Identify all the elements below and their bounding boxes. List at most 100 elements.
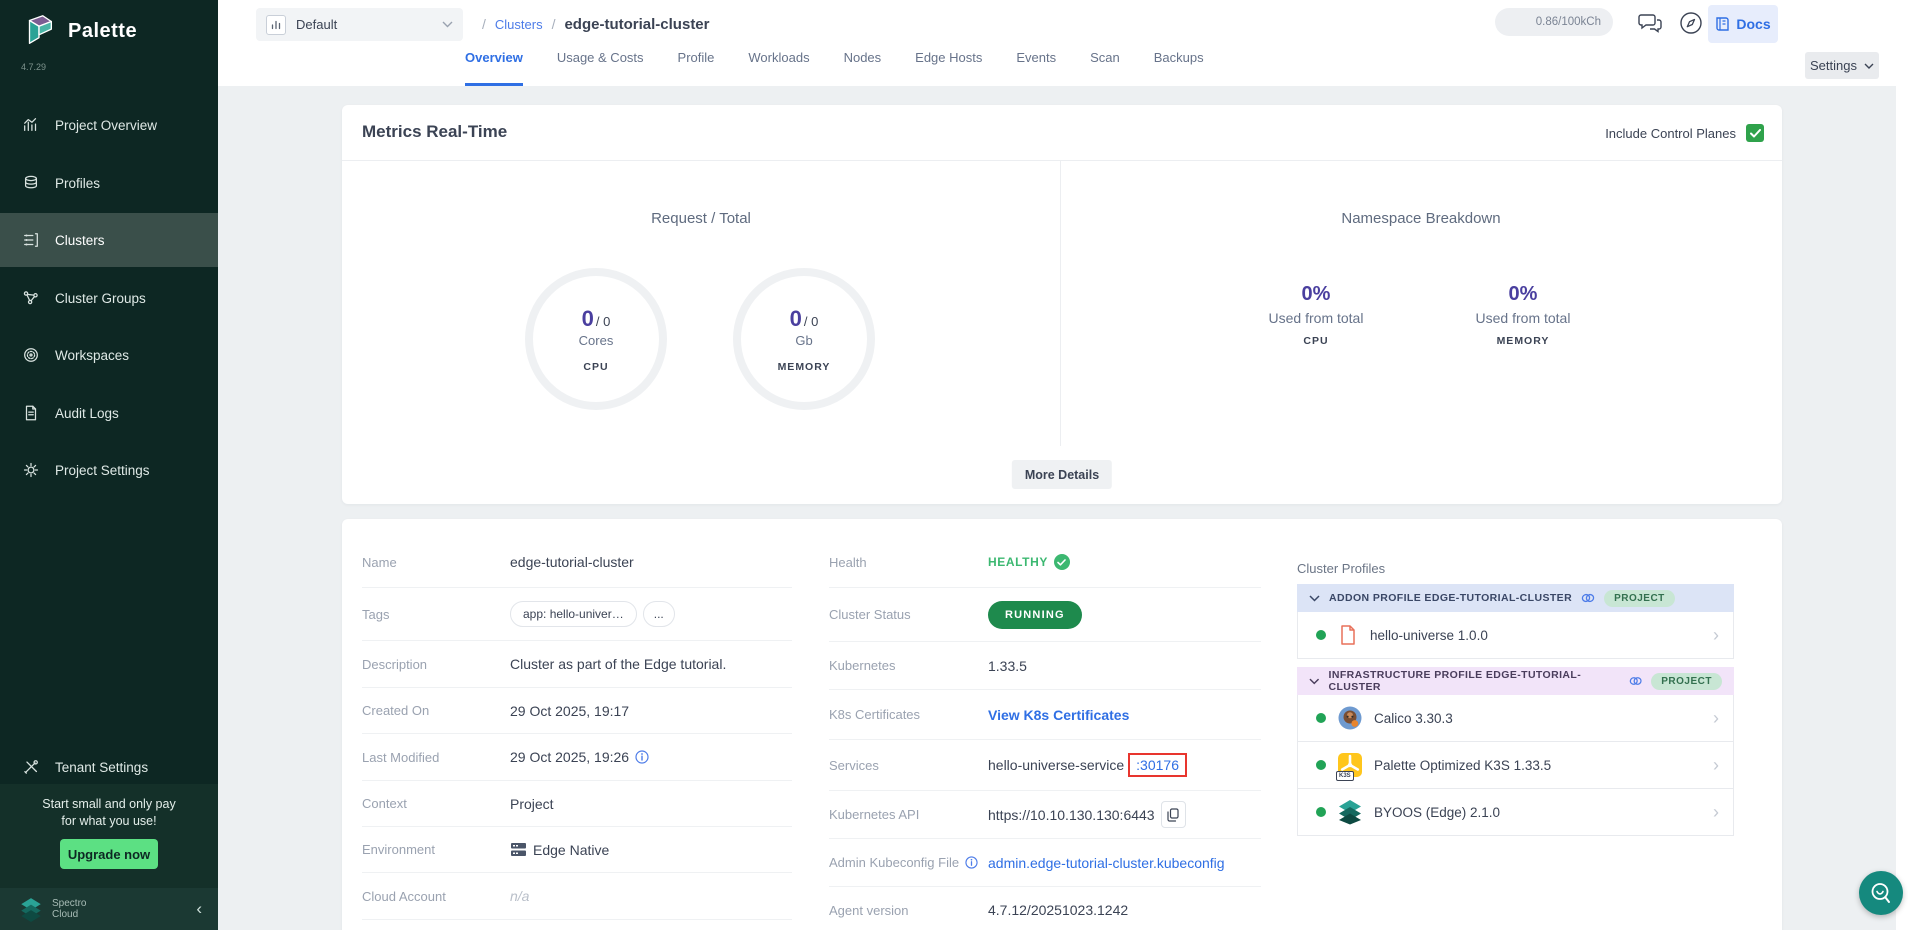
sidebar-item-project-settings[interactable]: Project Settings	[0, 443, 218, 497]
clusters-icon	[22, 231, 40, 249]
topbar: Default / Clusters / edge-tutorial-clust…	[218, 0, 1908, 86]
detail-row-agent-version: Agent version 4.7.12/20251023.1242	[829, 887, 1261, 930]
detail-row-context: Context Project	[362, 781, 792, 827]
chevron-down-icon	[442, 21, 453, 28]
cpu-total-value: / 0	[596, 314, 610, 329]
memory-total-value: / 0	[804, 314, 818, 329]
profile-layer-byoos[interactable]: BYOOS (Edge) 2.1.0 ›	[1297, 789, 1734, 836]
tab-backups[interactable]: Backups	[1154, 40, 1204, 86]
sidebar-item-project-overview[interactable]: Project Overview	[0, 98, 218, 152]
palette-logo-icon	[20, 12, 58, 50]
tab-edge-hosts[interactable]: Edge Hosts	[915, 40, 982, 86]
last-modified-value: 29 Oct 2025, 19:26	[510, 749, 629, 765]
chevron-down-icon	[1864, 63, 1874, 69]
cluster-profiles-panel: Cluster Profiles ADDON PROFILE EDGE-TUTO…	[1297, 561, 1734, 836]
metrics-card-header: Metrics Real-Time Include Control Planes	[342, 105, 1782, 161]
breadcrumb-clusters-link[interactable]: Clusters	[495, 17, 543, 32]
explore-compass-icon[interactable]	[1678, 10, 1704, 36]
chevron-down-icon	[1309, 678, 1320, 685]
sidebar-item-clusters[interactable]: Clusters	[0, 213, 218, 267]
kubernetes-api-value: https://10.10.130.130:6443	[988, 807, 1155, 823]
status-dot	[1316, 807, 1326, 817]
agent-version-value: 4.7.12/20251023.1242	[988, 902, 1128, 918]
namespace-cpu-caption: Used from total	[1211, 310, 1421, 326]
help-chat-button[interactable]	[1859, 871, 1903, 915]
cluster-profiles-title: Cluster Profiles	[1297, 561, 1734, 576]
cpu-gauge-label: CPU	[583, 361, 608, 373]
main-content: Metrics Real-Time Include Control Planes…	[218, 86, 1896, 930]
status-dot	[1316, 630, 1326, 640]
detail-row-k8s-certificates: K8s Certificates View K8s Certificates	[829, 690, 1261, 740]
detail-row-cluster-status: Cluster Status RUNNING	[829, 588, 1261, 642]
book-icon	[1715, 16, 1730, 32]
docs-button[interactable]: Docs	[1708, 5, 1778, 43]
admin-kubeconfig-link[interactable]: admin.edge-tutorial-cluster.kubeconfig	[988, 855, 1225, 871]
sidebar-item-cluster-groups[interactable]: Cluster Groups	[0, 271, 218, 325]
tags-more-button[interactable]: ...	[643, 601, 675, 627]
health-status: HEALTHY	[988, 555, 1048, 569]
profile-layer-hello-universe[interactable]: hello-universe 1.0.0 ›	[1297, 612, 1734, 659]
running-status-badge: RUNNING	[988, 601, 1082, 629]
cluster-name-value: edge-tutorial-cluster	[510, 554, 634, 570]
app-version: 4.7.29	[21, 62, 46, 72]
include-control-planes-checkbox[interactable]	[1746, 124, 1764, 142]
detail-row-name: Name edge-tutorial-cluster	[362, 537, 792, 588]
tag-pill: app: hello-univer…	[510, 601, 637, 627]
details-middle-column: Health HEALTHY Cluster Status RUNNING Ku…	[829, 537, 1261, 930]
tab-scan[interactable]: Scan	[1090, 40, 1120, 86]
tab-events[interactable]: Events	[1016, 40, 1056, 86]
check-icon	[1750, 129, 1761, 138]
detail-row-admin-kubeconfig: Admin Kubeconfig File admin.edge-tutoria…	[829, 839, 1261, 887]
sidebar: Palette 4.7.29 Project Overview Profiles…	[0, 0, 218, 930]
detail-row-kubernetes: Kubernetes 1.33.5	[829, 642, 1261, 690]
tab-nodes[interactable]: Nodes	[844, 40, 882, 86]
workspaces-icon	[22, 346, 40, 364]
link-icon	[1629, 675, 1642, 687]
detail-row-health: Health HEALTHY	[829, 537, 1261, 588]
chevron-right-icon: ›	[1713, 755, 1719, 776]
namespace-memory-percent: 0%	[1418, 283, 1628, 306]
sidebar-item-workspaces[interactable]: Workspaces	[0, 328, 218, 382]
memory-unit: Gb	[795, 333, 812, 348]
chevron-right-icon: ›	[1713, 625, 1719, 646]
namespace-memory-caption: Used from total	[1418, 310, 1628, 326]
more-details-button[interactable]: More Details	[1012, 460, 1112, 489]
copy-icon[interactable]	[1161, 801, 1186, 828]
detail-row-created-on: Created On 29 Oct 2025, 19:17	[362, 688, 792, 734]
tab-workloads[interactable]: Workloads	[748, 40, 809, 86]
detail-row-cloud-account: Cloud Account n/a	[362, 873, 792, 920]
edge-native-icon	[510, 842, 527, 857]
namespace-memory-label: MEMORY	[1418, 335, 1628, 347]
chat-smiley-icon	[1869, 881, 1893, 905]
view-k8s-certificates-link[interactable]: View K8s Certificates	[988, 707, 1129, 723]
info-icon[interactable]	[965, 856, 978, 869]
profile-layer-k3s[interactable]: K3S Palette Optimized K3S 1.33.5 ›	[1297, 742, 1734, 789]
tab-usage-costs[interactable]: Usage & Costs	[557, 40, 644, 86]
detail-row-kubernetes-api: Kubernetes API https://10.10.130.130:644…	[829, 791, 1261, 839]
memory-request-value: 0	[790, 306, 802, 331]
service-port-link-highlight[interactable]: :30176	[1128, 753, 1187, 777]
upgrade-now-button[interactable]: Upgrade now	[60, 839, 158, 869]
breadcrumb-separator: /	[482, 16, 486, 32]
project-selector[interactable]: Default	[256, 8, 463, 41]
feedback-chat-icon[interactable]	[1637, 10, 1663, 36]
tab-overview[interactable]: Overview	[465, 40, 523, 86]
profile-layer-calico[interactable]: Calico 3.30.3 ›	[1297, 695, 1734, 742]
cluster-tabs: Overview Usage & Costs Profile Workloads…	[465, 40, 1204, 86]
detail-row-last-modified: Last Modified 29 Oct 2025, 19:26	[362, 734, 792, 781]
network-icon	[22, 289, 40, 307]
info-icon[interactable]	[635, 750, 649, 764]
status-dot	[1316, 760, 1326, 770]
cloud-account-value: n/a	[510, 888, 529, 904]
collapse-sidebar-icon[interactable]: ‹	[196, 899, 202, 919]
sidebar-item-audit-logs[interactable]: Audit Logs	[0, 386, 218, 440]
created-on-value: 29 Oct 2025, 19:17	[510, 703, 629, 719]
metrics-card: Metrics Real-Time Include Control Planes…	[342, 105, 1782, 504]
infrastructure-profile-header[interactable]: INFRASTRUCTURE PROFILE EDGE-TUTORIAL-CLU…	[1297, 667, 1734, 695]
context-value: Project	[510, 796, 554, 812]
sidebar-item-profiles[interactable]: Profiles	[0, 156, 218, 210]
addon-profile-header[interactable]: ADDON PROFILE EDGE-TUTORIAL-CLUSTER PROJ…	[1297, 584, 1734, 612]
tab-profile[interactable]: Profile	[678, 40, 715, 86]
sidebar-item-label: Audit Logs	[55, 406, 119, 421]
settings-button[interactable]: Settings	[1805, 52, 1879, 79]
